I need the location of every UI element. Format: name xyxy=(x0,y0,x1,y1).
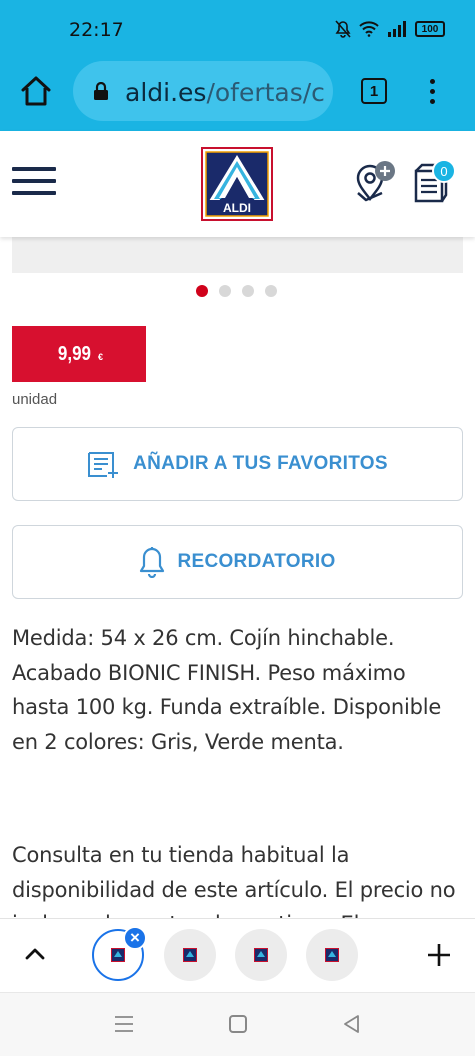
add-list-icon xyxy=(88,452,119,478)
carousel-dot[interactable] xyxy=(219,285,231,297)
more-menu-icon[interactable] xyxy=(422,76,442,108)
add-to-favorites-button[interactable]: AÑADIR A TUS FAVORITOS xyxy=(12,427,463,501)
product-image[interactable] xyxy=(12,237,463,273)
aldi-favicon-icon xyxy=(254,948,268,962)
tab-switcher-button[interactable]: 1 xyxy=(361,78,387,104)
aldi-favicon-icon xyxy=(325,948,339,962)
price-tag: 9,99 € xyxy=(12,326,146,382)
price-value: 9,99 xyxy=(57,342,92,365)
url-host: aldi.es xyxy=(125,78,207,107)
close-tab-icon[interactable]: × xyxy=(123,926,147,950)
carousel-dot[interactable] xyxy=(265,285,277,297)
mute-icon xyxy=(335,20,351,38)
wifi-icon xyxy=(359,21,379,37)
status-icons: 100 xyxy=(335,20,445,38)
aldi-favicon-icon xyxy=(183,948,197,962)
list-count-badge: 0 xyxy=(432,159,456,183)
tab-thumbnail[interactable] xyxy=(235,929,287,981)
logo-text: ALDI xyxy=(223,201,251,215)
url-text: aldi.es/ofertas/c xyxy=(125,78,325,107)
price-unit: unidad xyxy=(12,391,58,408)
product-description: Medida: 54 x 26 cm. Cojín hinchable. Aca… xyxy=(12,626,442,754)
chevron-up-icon[interactable] xyxy=(22,943,48,963)
availability-note: Consulta en tu tienda habitual la dispon… xyxy=(12,843,456,920)
bell-icon xyxy=(140,547,165,578)
battery-icon: 100 xyxy=(415,21,445,37)
favorites-label: AÑADIR A TUS FAVORITOS xyxy=(133,453,388,474)
recent-apps-icon[interactable] xyxy=(114,1015,134,1033)
carousel-dot[interactable] xyxy=(196,285,208,297)
back-nav-icon[interactable] xyxy=(342,1014,362,1034)
aldi-logo-mark: ALDI xyxy=(205,151,269,217)
home-nav-icon[interactable] xyxy=(229,1015,247,1033)
carousel-indicator xyxy=(196,285,277,297)
tab-thumbnail[interactable] xyxy=(306,929,358,981)
new-tab-icon[interactable] xyxy=(426,942,452,968)
tab-thumbnail[interactable] xyxy=(164,929,216,981)
url-path: /ofertas/c xyxy=(206,78,325,107)
hamburger-menu-icon[interactable] xyxy=(12,167,56,199)
store-locator-icon[interactable] xyxy=(352,159,398,205)
price-currency: € xyxy=(97,352,103,362)
home-icon[interactable] xyxy=(18,73,54,109)
status-time: 22:17 xyxy=(69,19,124,41)
site-header: ALDI 0 xyxy=(0,131,475,237)
status-bar: 22:17 100 xyxy=(0,0,475,58)
aldi-favicon-icon xyxy=(111,948,125,962)
lock-icon xyxy=(94,82,108,100)
carousel-dot[interactable] xyxy=(242,285,254,297)
tab-strip: × xyxy=(0,918,475,992)
signal-icon xyxy=(388,21,406,37)
browser-toolbar: aldi.es/ofertas/c 1 xyxy=(0,58,475,131)
system-nav-bar xyxy=(0,992,475,1056)
aldi-logo[interactable]: ALDI xyxy=(201,147,273,221)
reminder-label: RECORDATORIO xyxy=(177,551,336,572)
address-bar[interactable]: aldi.es/ofertas/c xyxy=(73,61,333,121)
reminder-button[interactable]: RECORDATORIO xyxy=(12,525,463,599)
